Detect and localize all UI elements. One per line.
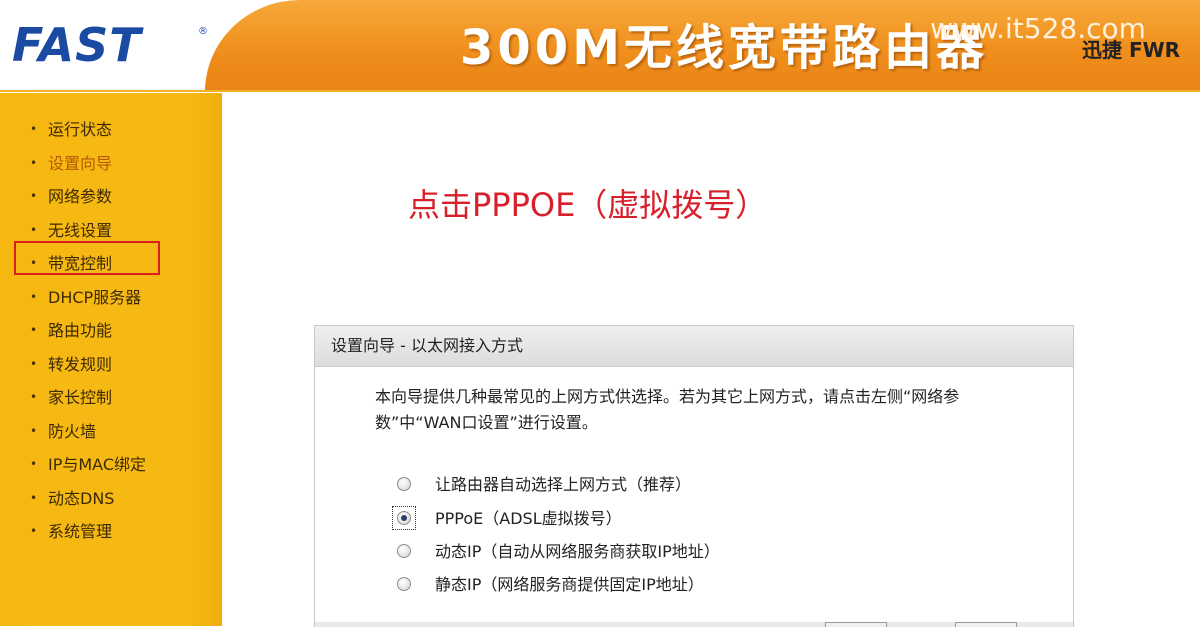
- bullet-icon: •: [30, 356, 38, 371]
- highlight-box: [14, 241, 160, 275]
- bullet-icon: •: [30, 524, 38, 538]
- product-title: 300M无线宽带路由器: [460, 20, 988, 76]
- sidebar-item-ip-mac[interactable]: • IP与MAC绑定: [0, 448, 222, 482]
- bullet-icon: •: [30, 122, 38, 136]
- panel-description: 本向导提供几种最常见的上网方式供选择。若为其它上网方式，请点击左侧“网络参数”中…: [375, 387, 960, 432]
- fast-logo: FAST: [12, 18, 142, 72]
- bullet-icon: •: [30, 457, 38, 471]
- brand-model: 迅捷 FWR: [1082, 38, 1181, 62]
- radio-auto[interactable]: [397, 477, 411, 491]
- sidebar: • 运行状态 • 设置向导 • 网络参数 • 无线设置 • 带宽控制 • DHCP服务器 •…: [0, 93, 222, 626]
- sidebar-item-label[interactable]: 防火墙: [48, 422, 96, 441]
- sidebar-item-label[interactable]: 无线设置: [48, 221, 112, 240]
- sidebar-item-label[interactable]: IP与MAC绑定: [48, 455, 146, 474]
- wizard-panel: 设置向导 - 以太网接入方式 本向导提供几种最常见的上网方式供选择。若为其它上网…: [314, 325, 1074, 627]
- registered-mark: ®: [198, 26, 208, 37]
- back-button[interactable]: [825, 622, 887, 627]
- sidebar-item-forwarding[interactable]: • 转发规则: [0, 348, 222, 382]
- radio-static-ip[interactable]: [397, 577, 411, 591]
- sidebar-item-ddns[interactable]: • 动态DNS: [0, 482, 222, 516]
- sidebar-item-label[interactable]: 网络参数: [48, 187, 112, 206]
- sidebar-item-status[interactable]: • 运行状态: [0, 113, 222, 147]
- sidebar-item-label[interactable]: DHCP服务器: [48, 288, 141, 307]
- sidebar-item-dhcp[interactable]: • DHCP服务器: [0, 281, 222, 315]
- sidebar-item-label[interactable]: 动态DNS: [48, 489, 114, 508]
- sidebar-item-setup-wizard[interactable]: • 设置向导: [0, 147, 222, 181]
- bullet-icon: •: [30, 390, 38, 404]
- annotation-text: 点击PPPOE（虚拟拨号）: [408, 186, 768, 224]
- header: FAST ® 300M无线宽带路由器 www.it528.com 迅捷 FWR: [0, 0, 1200, 92]
- bullet-icon: •: [30, 490, 38, 505]
- sidebar-item-label[interactable]: 家长控制: [48, 388, 112, 407]
- sidebar-item-system[interactable]: • 系统管理: [0, 515, 222, 549]
- sidebar-item-label[interactable]: 路由功能: [48, 321, 112, 340]
- bullet-icon: •: [30, 289, 38, 304]
- header-stripe: [0, 90, 1200, 92]
- sidebar-item-label[interactable]: 转发规则: [48, 355, 112, 374]
- panel-title: 设置向导 - 以太网接入方式: [315, 326, 1073, 367]
- bullet-icon: •: [30, 155, 38, 170]
- sidebar-item-routing[interactable]: • 路由功能: [0, 314, 222, 348]
- sidebar-item-parental[interactable]: • 家长控制: [0, 381, 222, 415]
- bullet-icon: •: [30, 323, 38, 337]
- option-label: 动态IP（自动从网络服务商获取IP地址）: [435, 542, 720, 561]
- sidebar-item-label[interactable]: 运行状态: [48, 120, 112, 139]
- option-label: 静态IP（网络服务商提供固定IP地址）: [435, 575, 704, 594]
- bullet-icon: •: [30, 189, 38, 203]
- bullet-icon: •: [30, 423, 38, 438]
- radio-pppoe[interactable]: [397, 511, 411, 525]
- option-label: PPPoE（ADSL虚拟拨号）: [435, 509, 622, 528]
- sidebar-item-label[interactable]: 系统管理: [48, 522, 112, 541]
- sidebar-item-firewall[interactable]: • 防火墙: [0, 415, 222, 449]
- sidebar-item-network[interactable]: • 网络参数: [0, 180, 222, 214]
- next-button[interactable]: [955, 622, 1017, 627]
- radio-dynamic-ip[interactable]: [397, 544, 411, 558]
- sidebar-item-label[interactable]: 设置向导: [48, 154, 112, 173]
- option-label: 让路由器自动选择上网方式（推荐）: [435, 475, 692, 494]
- sidebar-menu: • 运行状态 • 设置向导 • 网络参数 • 无线设置 • 带宽控制 • DHCP服务器 •…: [0, 113, 222, 549]
